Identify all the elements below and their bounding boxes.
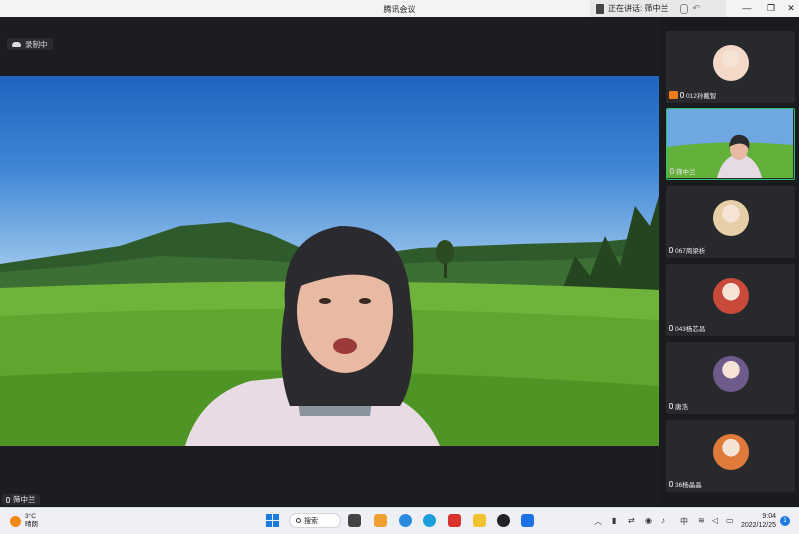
restore-button[interactable]: ❐	[760, 2, 782, 15]
window-titlebar: 腾讯会议 正在讲话: 筛中兰 ↶ — ❐ ✕	[0, 0, 799, 17]
microphone-icon	[6, 496, 10, 503]
microphone-icon	[669, 481, 673, 487]
participant-tile[interactable]: 043杨芯昌	[666, 264, 795, 336]
participant-sidebar: 012孙戴智筛中兰 067周梁析 043杨芯昌 唐浩 36杨晶晶	[661, 17, 799, 507]
participant-tile[interactable]: 36杨晶晶	[666, 420, 795, 492]
microphone-icon	[669, 247, 673, 253]
microphone-icon	[680, 3, 689, 14]
participant-name: 36杨晶晶	[675, 482, 702, 489]
clock-date: 2022/12/25	[740, 522, 776, 529]
volume-icon[interactable]: ◁	[712, 516, 718, 525]
participant-name: 012孙戴智	[686, 93, 717, 100]
speaker-avatar	[596, 3, 604, 14]
weather-temp: 3°C	[25, 513, 36, 520]
back-arrow-icon[interactable]: ↶	[692, 3, 700, 14]
task-view-icon[interactable]	[348, 514, 361, 527]
app-icon-1[interactable]	[374, 514, 387, 527]
main-speaker-nameplate: 筛中兰	[2, 494, 40, 505]
participant-nameplate: 012孙戴智	[669, 90, 716, 100]
microphone-icon	[669, 325, 673, 331]
microphone-icon	[680, 92, 684, 98]
wifi-icon[interactable]: ≋	[698, 516, 705, 525]
avatar	[712, 356, 749, 392]
main-video-feed	[0, 76, 659, 446]
recording-badge[interactable]: 录制中	[7, 38, 53, 50]
microphone-icon	[670, 168, 674, 174]
close-button[interactable]: ✕	[780, 2, 799, 15]
participant-tile[interactable]: 筛中兰	[666, 108, 795, 180]
participant-nameplate: 043杨芯昌	[669, 323, 705, 333]
avatar	[712, 434, 749, 470]
tray-icon-2[interactable]: ⇄	[628, 516, 635, 525]
chevron-up-icon[interactable]: ︿	[594, 516, 602, 527]
battery-icon[interactable]: ▭	[726, 516, 734, 525]
taskbar-search[interactable]: 搜索	[289, 513, 341, 528]
wps-icon[interactable]	[448, 514, 461, 527]
host-icon	[669, 91, 678, 99]
participant-nameplate: 筛中兰	[670, 166, 696, 176]
participant-tile[interactable]: 067周梁析	[666, 186, 795, 258]
clock-time: 9:04	[762, 513, 776, 520]
participant-name: 043杨芯昌	[675, 326, 706, 333]
microphone-icon	[669, 403, 673, 409]
cloud-icon	[12, 41, 21, 47]
ime-indicator[interactable]: 中	[680, 516, 688, 527]
avatar	[712, 45, 749, 81]
main-speaker-name: 筛中兰	[13, 495, 36, 504]
avatar	[712, 278, 749, 314]
participant-tile[interactable]: 唐浩	[666, 342, 795, 414]
weather-widget[interactable]: 3°C 晴朗	[10, 513, 38, 529]
avatar	[712, 200, 749, 236]
tray-icon-1[interactable]: ▮	[612, 516, 616, 525]
notification-badge[interactable]: 1	[780, 516, 790, 526]
microphone-tray-icon[interactable]: ♪	[661, 516, 665, 525]
tencent-meeting-icon[interactable]	[521, 514, 534, 527]
participant-nameplate: 唐浩	[669, 401, 688, 411]
tray-icon-3[interactable]: ◉	[645, 516, 652, 525]
app-icon-3[interactable]	[497, 514, 510, 527]
participant-name: 067周梁析	[675, 248, 706, 255]
windows-start-button[interactable]	[266, 514, 279, 527]
recording-label: 录制中	[25, 39, 48, 49]
edge-icon[interactable]	[423, 514, 436, 527]
system-clock[interactable]: 9:04 2022/12/25	[736, 512, 776, 530]
search-label: 搜索	[304, 517, 318, 525]
file-explorer-icon[interactable]	[473, 514, 486, 527]
participant-tile[interactable]: 012孙戴智	[666, 31, 795, 103]
participant-nameplate: 36杨晶晶	[669, 479, 702, 489]
windows-taskbar: 3°C 晴朗 搜索 ︿ ▮ ⇄ ◉ ♪ 中 ≋ ◁ ▭ 9:04 2022/12…	[0, 507, 799, 534]
virtual-background	[0, 196, 659, 446]
speaking-label: 正在讲话: 筛中兰	[608, 4, 669, 13]
speaking-indicator[interactable]: 正在讲话: 筛中兰 ↶	[590, 0, 726, 17]
weather-desc: 晴朗	[25, 521, 38, 528]
sun-icon	[10, 515, 21, 527]
participant-name: 唐浩	[675, 404, 688, 411]
search-icon	[296, 518, 301, 523]
participant-name: 筛中兰	[676, 169, 696, 176]
app-icon-2[interactable]	[399, 514, 412, 527]
minimize-button[interactable]: —	[736, 2, 758, 15]
participant-nameplate: 067周梁析	[669, 245, 705, 255]
